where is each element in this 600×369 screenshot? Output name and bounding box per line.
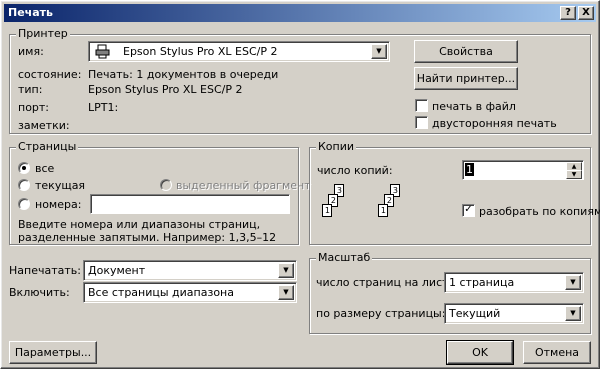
pages-per-sheet-value: 1 страница	[449, 276, 515, 289]
printer-icon	[95, 44, 111, 62]
pages-selection-radio[interactable]	[160, 179, 172, 191]
copies-count-value[interactable]: 1	[465, 163, 474, 176]
duplex-checkbox[interactable]	[415, 116, 428, 129]
chevron-down-icon[interactable]: ▼	[278, 263, 294, 278]
properties-button[interactable]: Свойства	[414, 40, 518, 63]
copies-count-label: число копий:	[317, 164, 393, 177]
pages-group: Страницы все текущая выделенный фрагмент…	[9, 140, 311, 245]
scale-group-title: Масштаб	[316, 251, 373, 265]
title-bar[interactable]: Печать ? X	[4, 4, 596, 22]
collate-label[interactable]: разобрать по копиям	[479, 205, 600, 218]
include-combo[interactable]: Все страницы диапазона ▼	[83, 282, 297, 303]
printer-notes-label: заметки:	[18, 119, 70, 132]
print-what-combo[interactable]: Документ ▼	[83, 260, 297, 281]
collate-checkbox[interactable]: ✓	[462, 204, 475, 217]
pages-selection-label: выделенный фрагмент	[176, 179, 311, 192]
pages-numbers-label[interactable]: номера:	[35, 198, 81, 211]
include-label: Включить:	[9, 286, 70, 299]
pages-hint-text: Введите номера или диапазоны страниц, ра…	[18, 218, 277, 244]
fit-to-page-label: по размеру страницы:	[316, 307, 446, 320]
chevron-down-icon[interactable]: ▼	[278, 285, 294, 300]
copies-group: Копии число копий: 1 ▲ ▼ 3 2 1 3 2 1 ✓ р…	[309, 140, 600, 245]
printer-type-label: тип:	[18, 83, 43, 96]
chevron-down-icon[interactable]: ▼	[565, 275, 581, 290]
printer-name-value: Epson Stylus Pro XL ESC/P 2	[123, 45, 278, 58]
find-printer-button[interactable]: Найти принтер...	[414, 67, 518, 90]
pages-current-radio[interactable]	[18, 179, 30, 191]
chevron-down-icon[interactable]: ▼	[371, 44, 387, 59]
printer-port-value: LPT1:	[88, 101, 119, 114]
pages-per-sheet-combo[interactable]: 1 страница ▼	[444, 272, 584, 293]
printer-name-label: имя:	[18, 45, 44, 58]
printer-port-label: порт:	[18, 101, 50, 114]
printer-name-combo[interactable]: Epson Stylus Pro XL ESC/P 2 ▼	[88, 41, 390, 62]
print-what-value: Документ	[88, 264, 146, 277]
help-button[interactable]: ?	[560, 6, 576, 20]
spin-down-icon[interactable]: ▼	[566, 170, 582, 179]
pages-current-label[interactable]: текущая	[35, 179, 85, 192]
pages-all-label[interactable]: все	[35, 162, 54, 175]
pages-numbers-radio[interactable]	[18, 198, 30, 210]
fit-to-page-value: Текущий	[449, 307, 501, 320]
include-value: Все страницы диапазона	[88, 286, 234, 299]
pages-numbers-input[interactable]	[90, 194, 290, 214]
printer-status-value: Печать: 1 документов в очереди	[88, 68, 279, 81]
collate-page-1a: 1	[322, 204, 332, 217]
print-dialog: Печать ? X Принтер имя: Epson Stylus Pro…	[0, 0, 600, 369]
window-title: Печать	[8, 6, 53, 19]
print-to-file-label[interactable]: печать в файл	[432, 100, 516, 113]
ok-button[interactable]: OK	[446, 340, 514, 365]
pages-all-radio[interactable]	[18, 162, 30, 174]
chevron-down-icon[interactable]: ▼	[565, 306, 581, 321]
printer-status-label: состояние:	[18, 68, 82, 81]
close-button[interactable]: X	[578, 6, 594, 20]
duplex-label[interactable]: двусторонняя печать	[432, 117, 557, 130]
print-what-label: Напечатать:	[9, 264, 81, 277]
printer-group-title: Принтер	[16, 27, 70, 41]
pages-per-sheet-label: число страниц на листе:	[316, 276, 459, 289]
copies-group-title: Копии	[316, 140, 357, 154]
cancel-button[interactable]: Отмена	[523, 341, 591, 364]
scale-group: Масштаб число страниц на листе: 1 страни…	[309, 251, 591, 334]
fit-to-page-combo[interactable]: Текущий ▼	[444, 303, 584, 324]
copies-count-spinner[interactable]: 1 ▲ ▼	[462, 160, 584, 180]
collate-page-1b: 1	[378, 204, 388, 217]
printer-group: Принтер имя: Epson Stylus Pro XL ESC/P 2…	[9, 27, 591, 134]
options-button[interactable]: Параметры...	[9, 341, 97, 364]
print-to-file-checkbox[interactable]	[415, 99, 428, 112]
collate-pages-icon: 3 2 1 3 2 1	[316, 184, 426, 240]
pages-group-title: Страницы	[16, 140, 79, 154]
printer-type-value: Epson Stylus Pro XL ESC/P 2	[88, 83, 243, 96]
